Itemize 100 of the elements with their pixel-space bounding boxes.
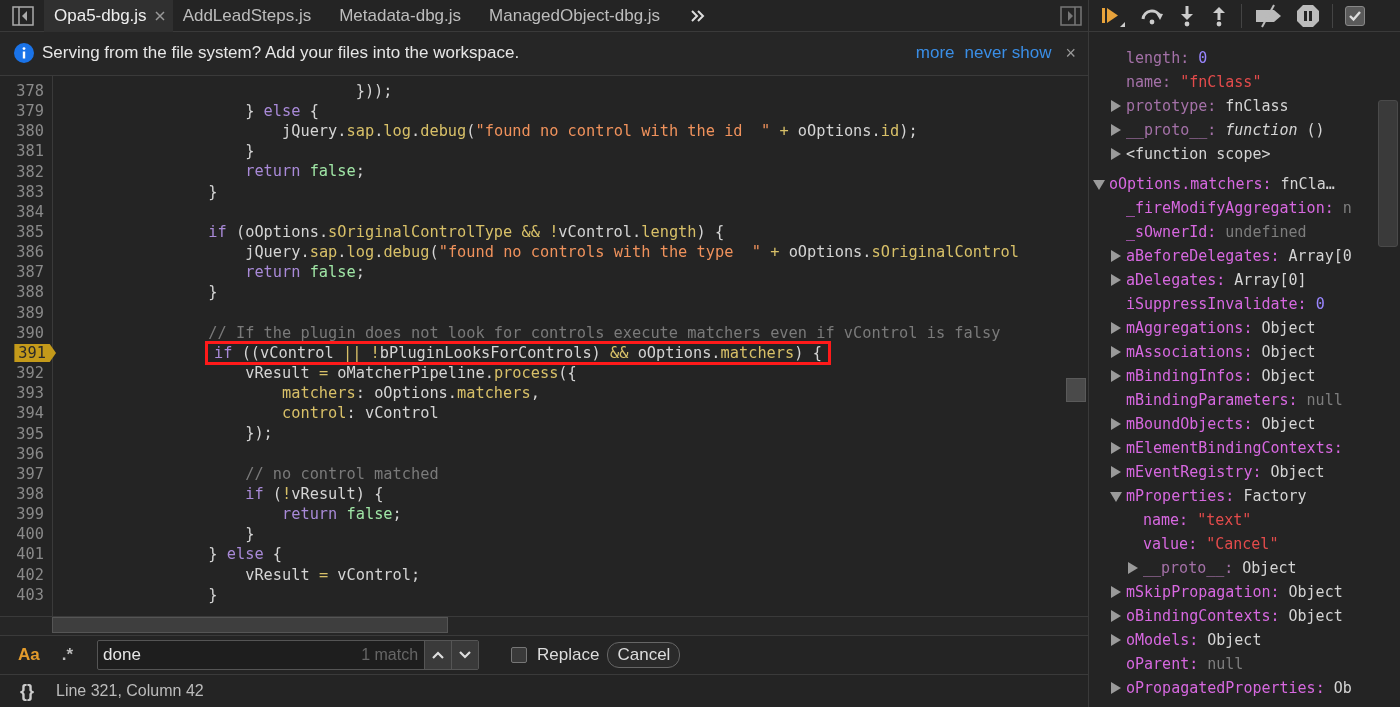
property-name: mElementBindingContexts: xyxy=(1126,439,1343,457)
expand-arrow-icon[interactable] xyxy=(1110,148,1121,160)
code-line: } xyxy=(207,283,218,302)
line-number: 399 xyxy=(15,505,45,524)
pretty-print-button[interactable]: {} xyxy=(20,680,34,702)
code-line: } xyxy=(207,585,218,604)
checkbox[interactable] xyxy=(1345,5,1365,26)
code-line: jQuery.sap.log.debug("found no controls with the type " + oOptions.sOriginalControl xyxy=(244,243,1019,262)
sidebar-toggle-icon[interactable] xyxy=(1060,5,1082,26)
property-value: fnCla… xyxy=(1280,175,1335,193)
close-icon[interactable] xyxy=(154,10,165,21)
search-field[interactable]: done 1 match xyxy=(97,640,480,671)
property-name: name: xyxy=(1143,511,1189,529)
expand-arrow-icon[interactable] xyxy=(1127,562,1138,574)
expand-arrow-icon[interactable] xyxy=(1110,274,1121,286)
expand-arrow-icon[interactable] xyxy=(1110,442,1121,454)
close-button[interactable]: × xyxy=(1065,42,1076,64)
pause-icon[interactable] xyxy=(1296,3,1320,28)
chevron-right-icon[interactable] xyxy=(690,8,707,23)
sidebar-toggle-icon[interactable] xyxy=(12,5,34,26)
code-line: } xyxy=(207,182,218,201)
property-name: prototype: xyxy=(1126,97,1217,115)
highlighted-code-line: if ((vControl || !bPluginLooksForControls) && oOptions.matchers) { xyxy=(208,343,828,362)
line-number: 395 xyxy=(15,424,45,443)
line-number: 387 xyxy=(15,263,45,282)
code-line: }); xyxy=(244,424,273,443)
line-number: 381 xyxy=(15,142,45,161)
property-name: aBeforeDelegates: xyxy=(1126,247,1280,265)
expand-arrow-icon[interactable] xyxy=(1110,466,1121,478)
expand-arrow-icon[interactable] xyxy=(1110,418,1121,430)
property-name: _sOwnerId: xyxy=(1126,223,1217,241)
code-line: return false; xyxy=(244,162,365,181)
property-value: fnClass xyxy=(1225,97,1289,115)
code-line: return false; xyxy=(281,505,402,524)
expand-arrow-icon[interactable] xyxy=(1110,346,1121,358)
property-value: 0 xyxy=(1315,295,1325,313)
collapse-arrow-icon[interactable] xyxy=(1110,490,1122,502)
expand-arrow-icon[interactable] xyxy=(1110,586,1121,598)
line-number: 379 xyxy=(15,102,45,121)
property-value: null xyxy=(1207,655,1244,673)
info-link[interactable]: never show xyxy=(964,43,1052,64)
file-tab[interactable]: Metadata-dbg.js xyxy=(329,0,480,32)
property-name: name: xyxy=(1126,73,1172,91)
previous-match-button[interactable] xyxy=(424,641,452,670)
file-tab[interactable]: AddLeadSteps.js xyxy=(172,0,330,32)
property-value: Object xyxy=(1288,583,1343,601)
property-name: _fireModifyAggregation: xyxy=(1126,199,1334,217)
info-icon xyxy=(14,43,34,64)
property-name: oParent: xyxy=(1126,655,1199,673)
next-match-button[interactable] xyxy=(451,641,479,670)
property-name: mProperties: xyxy=(1126,487,1235,505)
property-name: value: xyxy=(1143,535,1198,553)
property-value: Array[0 xyxy=(1288,247,1352,265)
code-line: if (oOptions.sOriginalControlType && !vControl.length) { xyxy=(207,222,725,241)
property-value: Object xyxy=(1207,631,1262,649)
collapse-arrow-icon[interactable] xyxy=(1093,178,1105,190)
code-line: } xyxy=(244,525,255,544)
regex-toggle[interactable]: .* xyxy=(61,645,74,666)
line-number: 393 xyxy=(15,384,45,403)
property-value: "text" xyxy=(1197,511,1252,529)
match-case-toggle[interactable]: Aa xyxy=(18,645,40,666)
line-number: 383 xyxy=(15,182,45,201)
expand-arrow-icon[interactable] xyxy=(1110,682,1121,694)
code-line: } else { xyxy=(207,545,283,564)
expand-arrow-icon[interactable] xyxy=(1110,250,1121,262)
property-name: oBindingContexts: xyxy=(1126,607,1280,625)
tab-label: Metadata-dbg.js xyxy=(339,5,462,26)
scrollbar-thumb[interactable] xyxy=(1066,377,1086,402)
file-tab[interactable]: ManagedObject-dbg.js xyxy=(479,0,679,32)
code-line: return false; xyxy=(244,263,365,282)
expand-arrow-icon[interactable] xyxy=(1110,322,1121,334)
cancel-button[interactable]: Cancel xyxy=(607,642,681,669)
property-value: Array[0] xyxy=(1234,271,1307,289)
code-line: jQuery.sap.log.debug("found no control with the id " + oOptions.id); xyxy=(281,122,918,141)
line-number: 386 xyxy=(15,243,45,262)
property-value: Object xyxy=(1261,319,1316,337)
code-line: // If the plugin does not look for controls execute matchers even if vControl is falsy xyxy=(207,323,1001,342)
info-link[interactable]: more xyxy=(915,43,955,64)
code-line: } xyxy=(244,142,255,161)
scrollbar-thumb[interactable] xyxy=(1378,100,1398,247)
property-value: function () xyxy=(1225,121,1325,139)
chevron-up-icon xyxy=(432,651,445,660)
line-number: 398 xyxy=(15,485,45,503)
line-number: 385 xyxy=(15,223,45,241)
expand-arrow-icon[interactable] xyxy=(1110,124,1121,136)
scrollbar-thumb[interactable] xyxy=(52,617,448,634)
property-value: Object xyxy=(1261,367,1316,385)
expand-arrow-icon[interactable] xyxy=(1110,634,1121,646)
expand-arrow-icon[interactable] xyxy=(1110,100,1121,112)
checkbox[interactable] xyxy=(511,647,528,664)
file-tab[interactable]: Opa5-dbg.js xyxy=(44,0,173,32)
code-line: } else { xyxy=(244,101,319,120)
expand-arrow-icon[interactable] xyxy=(1110,370,1121,382)
property-name: mSkipPropagation: xyxy=(1126,583,1280,601)
line-number: 382 xyxy=(15,162,45,181)
property-name: __proto__: xyxy=(1143,559,1234,577)
line-number: 390 xyxy=(15,323,45,342)
expand-arrow-icon[interactable] xyxy=(1110,610,1121,622)
code-line: if (!vResult) { xyxy=(244,484,384,503)
line-number: 384 xyxy=(15,202,45,221)
